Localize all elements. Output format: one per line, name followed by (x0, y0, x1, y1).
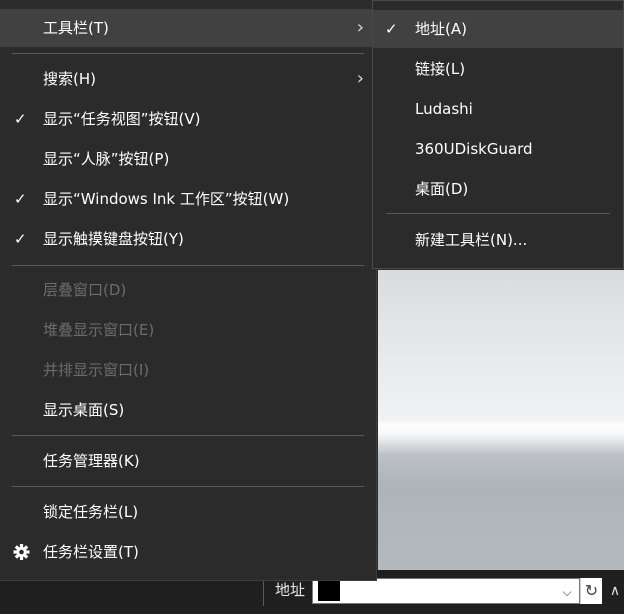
toolbars-submenu: ✓ 地址(A) 链接(L) Ludashi 360UDiskGuard 桌面(D… (372, 0, 624, 269)
checkmark-icon: ✓ (385, 20, 398, 38)
chevron-right-icon: › (356, 17, 364, 38)
menu-item-label: 显示桌面(S) (43, 401, 125, 419)
menu-item-label: 任务管理器(K) (43, 452, 140, 470)
menu-item-label: 显示触摸键盘按钮(Y) (43, 230, 184, 248)
menu-item-label: 层叠窗口(D) (43, 281, 127, 299)
address-toolbar-separator (263, 578, 264, 606)
menu-item-taskbar-settings[interactable]: 任务栏设置(T) (0, 533, 376, 571)
menu-item-label: 显示“任务视图”按钮(V) (43, 110, 201, 128)
chevron-down-icon[interactable]: ⌵ (558, 583, 576, 601)
menu-item-toolbars[interactable]: 工具栏(T) › (0, 9, 376, 47)
submenu-item-label: Ludashi (415, 100, 473, 118)
menu-separator (12, 435, 364, 436)
menu-item-side-by-side: 并排显示窗口(I) (0, 351, 376, 389)
menu-item-show-people[interactable]: 显示“人脉”按钮(P) (0, 140, 376, 178)
checkmark-icon: ✓ (14, 230, 27, 248)
submenu-separator (386, 213, 610, 214)
menu-item-search[interactable]: 搜索(H) › (0, 60, 376, 98)
submenu-item-links[interactable]: 链接(L) (373, 50, 623, 88)
menu-item-label: 任务栏设置(T) (43, 543, 139, 561)
submenu-item-360udiskguard[interactable]: 360UDiskGuard (373, 130, 623, 168)
menu-item-show-desktop[interactable]: 显示桌面(S) (0, 391, 376, 429)
menu-item-label: 堆叠显示窗口(E) (43, 321, 155, 339)
checkmark-icon: ✓ (14, 110, 27, 128)
menu-separator (12, 486, 364, 487)
chevron-right-icon: › (356, 68, 364, 89)
menu-item-label: 显示“人脉”按钮(P) (43, 150, 170, 168)
menu-item-stack-windows: 堆叠显示窗口(E) (0, 311, 376, 349)
menu-item-lock-taskbar[interactable]: 锁定任务栏(L) (0, 493, 376, 531)
menu-item-label: 锁定任务栏(L) (43, 503, 139, 521)
menu-item-show-windows-ink[interactable]: ✓ 显示“Windows Ink 工作区”按钮(W) (0, 180, 376, 218)
address-input-selection (318, 581, 340, 601)
desktop-background (378, 270, 624, 570)
submenu-item-label: 链接(L) (415, 60, 466, 78)
menu-item-label: 搜索(H) (43, 70, 96, 88)
submenu-item-label: 地址(A) (415, 20, 467, 38)
menu-item-task-manager[interactable]: 任务管理器(K) (0, 442, 376, 480)
menu-item-label: 并排显示窗口(I) (43, 361, 150, 379)
menu-item-label: 显示“Windows Ink 工作区”按钮(W) (43, 190, 290, 208)
tray-expand-icon[interactable]: ∧ (606, 580, 624, 602)
checkmark-icon: ✓ (14, 190, 27, 208)
taskbar-context-menu: 工具栏(T) › 搜索(H) › ✓ 显示“任务视图”按钮(V) 显示“人脉”按… (0, 0, 377, 581)
address-toolbar-label: 地址 (275, 581, 306, 599)
submenu-item-new-toolbar[interactable]: 新建工具栏(N)... (373, 221, 623, 259)
submenu-item-address[interactable]: ✓ 地址(A) (373, 10, 623, 48)
refresh-icon[interactable]: ↻ (580, 578, 602, 604)
submenu-item-desktop[interactable]: 桌面(D) (373, 170, 623, 208)
menu-separator (12, 265, 364, 266)
menu-item-label: 工具栏(T) (43, 19, 109, 37)
submenu-item-label: 360UDiskGuard (415, 140, 533, 158)
address-input[interactable] (312, 578, 580, 604)
gear-icon (13, 533, 30, 585)
submenu-item-label: 桌面(D) (415, 180, 469, 198)
menu-separator (12, 53, 364, 54)
menu-item-show-task-view[interactable]: ✓ 显示“任务视图”按钮(V) (0, 100, 376, 138)
menu-item-show-touch-keyboard[interactable]: ✓ 显示触摸键盘按钮(Y) (0, 220, 376, 258)
submenu-item-label: 新建工具栏(N)... (415, 231, 528, 249)
submenu-item-ludashi[interactable]: Ludashi (373, 90, 623, 128)
menu-item-cascade-windows: 层叠窗口(D) (0, 271, 376, 309)
